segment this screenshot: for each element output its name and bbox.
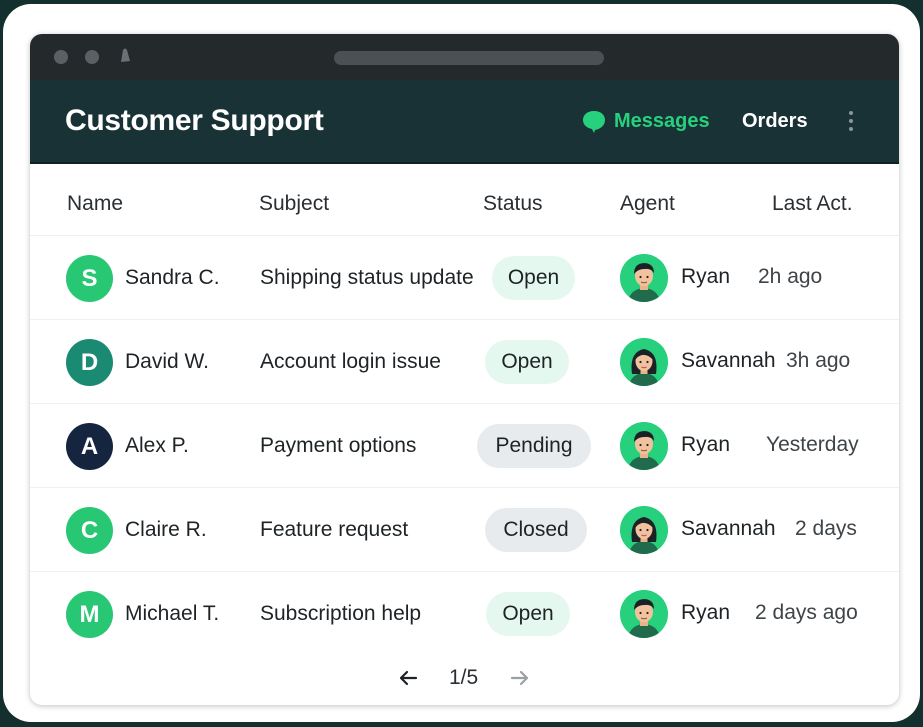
window-minimize-dot[interactable] — [85, 50, 99, 64]
column-header-status[interactable]: Status — [483, 192, 543, 216]
tickets-table: Name Subject Status Agent Last Act. S Sa… — [30, 164, 899, 656]
agent-name: Ryan — [681, 433, 731, 456]
window-titlebar — [30, 34, 899, 80]
customer-avatar: S — [66, 255, 113, 302]
ticket-subject: Account login issue — [260, 350, 441, 373]
table-row[interactable]: S Sandra C. Shipping status update Open … — [30, 236, 899, 320]
customer-name: David W. — [125, 350, 210, 373]
status-badge: Pending — [477, 424, 591, 468]
customer-avatar: C — [66, 507, 113, 554]
table-row[interactable]: A Alex P. Payment options Pending Ryan Y… — [30, 404, 899, 488]
app-header: Customer Support Messages Orders — [30, 80, 899, 164]
next-page-arrow-icon[interactable] — [509, 667, 531, 689]
table-row[interactable]: C Claire R. Feature request Closed Savan… — [30, 488, 899, 572]
customer-avatar: D — [66, 339, 113, 386]
column-header-agent[interactable]: Agent — [620, 192, 675, 216]
status-badge: Open — [492, 256, 575, 300]
agent-name: Ryan — [681, 601, 731, 624]
agent-name: Savannah — [681, 517, 776, 540]
last-activity: Yesterday — [766, 433, 859, 456]
male-agent-avatar-icon — [620, 590, 668, 638]
ticket-subject: Payment options — [260, 434, 417, 457]
customer-name: Michael T. — [125, 602, 220, 625]
status-badge: Open — [485, 340, 569, 384]
male-agent-avatar-icon — [620, 422, 668, 470]
nav-orders[interactable]: Orders — [742, 106, 808, 136]
customer-avatar: A — [66, 423, 113, 470]
app-window: Customer Support Messages Orders Name Su… — [30, 34, 899, 705]
table-row[interactable]: D David W. Account login issue Open Sava… — [30, 320, 899, 404]
status-badge: Closed — [485, 508, 587, 552]
more-options-icon[interactable] — [844, 108, 858, 134]
pagination: 1/5 — [30, 662, 899, 696]
previous-page-arrow-icon[interactable] — [397, 667, 419, 689]
ticket-subject: Shipping status update — [260, 266, 474, 289]
column-header-last-activity[interactable]: Last Act. — [772, 192, 853, 216]
table-row[interactable]: M Michael T. Subscription help Open Ryan… — [30, 572, 899, 656]
address-bar[interactable] — [334, 51, 604, 65]
table-header: Name Subject Status Agent Last Act. — [30, 164, 899, 236]
page-indicator: 1/5 — [449, 666, 479, 689]
window-close-dot[interactable] — [54, 50, 68, 64]
male-agent-avatar-icon — [620, 254, 668, 302]
nav-messages[interactable]: Messages — [582, 106, 710, 136]
ticket-subject: Feature request — [260, 518, 409, 541]
status-badge: Open — [486, 592, 570, 636]
agent-name: Ryan — [681, 265, 731, 288]
device-frame: Customer Support Messages Orders Name Su… — [3, 4, 920, 722]
ticket-subject: Subscription help — [260, 602, 422, 625]
column-header-name[interactable]: Name — [67, 192, 123, 216]
nav-messages-label: Messages — [614, 109, 710, 132]
female-agent-avatar-icon — [620, 338, 668, 386]
last-activity: 2 days ago — [755, 601, 858, 624]
customer-name: Claire R. — [125, 518, 207, 541]
last-activity: 3h ago — [786, 349, 851, 372]
message-bubble-icon — [583, 111, 605, 133]
column-header-subject[interactable]: Subject — [259, 192, 329, 216]
last-activity: 2 days — [795, 517, 857, 540]
agent-name: Savannah — [681, 349, 776, 372]
female-agent-avatar-icon — [620, 506, 668, 554]
customer-name: Sandra C. — [125, 266, 220, 289]
last-activity: 2h ago — [758, 265, 823, 288]
customer-avatar: M — [66, 591, 113, 638]
notification-bell-icon[interactable] — [118, 47, 132, 65]
page-title: Customer Support — [65, 104, 324, 137]
customer-name: Alex P. — [125, 434, 189, 457]
